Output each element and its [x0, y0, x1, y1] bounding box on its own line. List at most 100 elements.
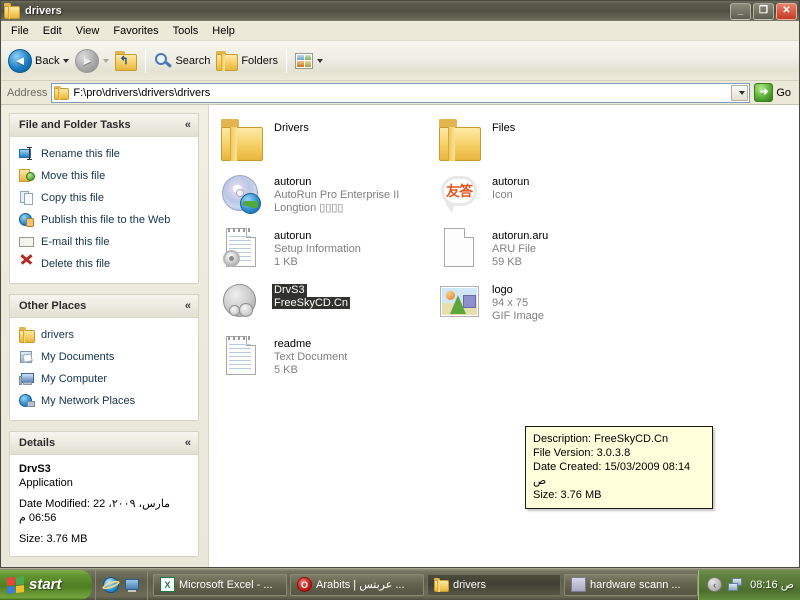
file-item-logo[interactable]: logo 94 x 75 GIF Image	[435, 277, 653, 329]
forward-button[interactable]: ►	[72, 44, 112, 78]
taskbar: start X Microsoft Excel - ... O Arabits …	[0, 568, 800, 600]
back-button[interactable]: ◄ Back	[5, 44, 72, 78]
task-move-this-file[interactable]: Move this file	[17, 165, 192, 187]
details-file-type: Application	[19, 477, 73, 489]
search-button[interactable]: Search	[151, 44, 213, 78]
address-dropdown-button[interactable]	[731, 84, 749, 101]
address-folder-icon	[54, 85, 70, 100]
file-meta-2: 59 KB	[492, 256, 522, 268]
file-item-autorun-inf[interactable]: autorun Setup Information 1 KB	[217, 223, 435, 275]
file-meta-2: Longtion ▯▯▯▯	[274, 202, 344, 214]
panel-body-other-places: drivers My Documents My Computer My Netw…	[10, 318, 198, 420]
application-icon	[221, 281, 263, 323]
menu-item-edit[interactable]: Edit	[36, 23, 69, 39]
opera-icon: O	[297, 577, 313, 592]
task-pane-sidebar: File and Folder Tasks « Rename this file	[1, 105, 209, 567]
panel-other-places: Other Places « drivers My Documents My C…	[9, 294, 199, 421]
toolbar-separator-2	[286, 48, 288, 73]
chevron-up-icon[interactable]: «	[185, 119, 191, 131]
start-button[interactable]: start	[0, 569, 92, 600]
task-rename-this-file[interactable]: Rename this file	[17, 143, 192, 165]
file-text: Files	[490, 119, 517, 135]
place-my-documents[interactable]: My Documents	[17, 346, 192, 368]
panel-header-file-tasks[interactable]: File and Folder Tasks «	[10, 114, 198, 137]
task-button-arabits[interactable]: O Arabits | عربتس ...	[290, 573, 425, 596]
task-delete-this-file[interactable]: Delete this file	[17, 253, 192, 275]
show-desktop-icon[interactable]	[124, 577, 140, 593]
file-name: DrvS3	[272, 284, 307, 297]
file-meta-2: GIF Image	[492, 310, 544, 322]
views-dropdown-icon[interactable]	[317, 58, 324, 63]
views-button[interactable]	[292, 44, 326, 78]
file-item-drvs3[interactable]: DrvS3 FreeSkyCD.Cn	[217, 277, 435, 329]
tooltip-line-date-created: Date Created: 15/03/2009 08:14 ص	[533, 461, 691, 487]
task-button-drivers[interactable]: drivers	[427, 573, 562, 596]
clock[interactable]: 08:16 ص	[750, 578, 794, 591]
place-drivers[interactable]: drivers	[17, 324, 192, 346]
rename-icon	[19, 146, 35, 162]
file-meta-2: 1 KB	[274, 256, 298, 268]
back-dropdown-icon[interactable]	[63, 58, 70, 63]
file-list-pane[interactable]: Drivers Files autorun AutoRun Pro Enterp…	[209, 105, 799, 567]
file-item-autorun-exe[interactable]: autorun AutoRun Pro Enterprise II Longti…	[217, 169, 435, 221]
speech-bubble-icon: 友答	[439, 173, 481, 215]
file-meta-1: 94 x 75	[492, 297, 529, 309]
folders-icon	[216, 50, 239, 71]
close-button[interactable]: ✕	[776, 2, 797, 20]
panel-header-details[interactable]: Details «	[10, 432, 198, 455]
file-text: readme Text Document 5 KB	[272, 335, 349, 377]
file-item-readme[interactable]: readme Text Document 5 KB	[217, 331, 435, 383]
folder-icon	[439, 119, 481, 161]
task-publish-this-file-to-the-web[interactable]: Publish this file to the Web	[17, 209, 192, 231]
task-copy-this-file[interactable]: Copy this file	[17, 187, 192, 209]
tray-expand-chevron-icon[interactable]: ‹	[707, 577, 723, 592]
magnifier-icon	[154, 52, 173, 70]
up-button[interactable]: ↰	[112, 44, 140, 78]
details-file-name: DrvS3	[19, 463, 51, 475]
chevron-up-icon[interactable]: «	[185, 300, 191, 312]
file-meta-2: 5 KB	[274, 364, 298, 376]
up-folder-icon: ↰	[115, 50, 138, 71]
menu-item-file[interactable]: File	[4, 23, 36, 39]
place-my-computer[interactable]: My Computer	[17, 368, 192, 390]
file-item-files-folder[interactable]: Files	[435, 115, 653, 167]
menu-item-tools[interactable]: Tools	[166, 23, 206, 39]
file-name: autorun	[492, 176, 530, 188]
file-name: autorun	[274, 230, 312, 242]
menu-bar: File Edit View Favorites Tools Help	[1, 21, 799, 41]
panel-header-other-places[interactable]: Other Places «	[10, 295, 198, 318]
minimize-button[interactable]: _	[730, 2, 751, 20]
menu-item-favorites[interactable]: Favorites	[106, 23, 165, 39]
address-input[interactable]: F:\pro\drivers\drivers\drivers	[51, 82, 751, 103]
file-text: logo 94 x 75 GIF Image	[490, 281, 546, 323]
maximize-button[interactable]: ❐	[753, 2, 774, 20]
network-icon[interactable]	[728, 577, 744, 593]
address-path-text: F:\pro\drivers\drivers\drivers	[73, 86, 211, 99]
task-button-excel[interactable]: X Microsoft Excel - ...	[153, 573, 288, 596]
toolbar-separator	[145, 48, 147, 73]
menu-item-view[interactable]: View	[69, 23, 107, 39]
file-text: DrvS3 FreeSkyCD.Cn	[272, 281, 350, 310]
task-email-this-file[interactable]: E-mail this file	[17, 231, 192, 253]
place-label: My Network Places	[41, 395, 136, 407]
hardware-scan-icon	[571, 577, 587, 592]
folders-button[interactable]: Folders	[213, 44, 281, 78]
internet-explorer-icon[interactable]	[101, 576, 121, 593]
go-button[interactable]: ➜ Go	[754, 83, 795, 102]
file-item-drivers-folder[interactable]: Drivers	[217, 115, 435, 167]
file-meta-1: ARU File	[492, 243, 537, 255]
file-item-autorun-icon[interactable]: 友答 autorun Icon	[435, 169, 653, 221]
task-button-hardware-scan[interactable]: hardware scann ...	[564, 573, 699, 596]
details-date-modified: Date Modified: 22 مارس، ٢٠٠٩، 06:56 م	[19, 498, 171, 524]
panel-title: File and Folder Tasks	[19, 119, 131, 131]
forward-dropdown-icon[interactable]	[103, 58, 110, 63]
windows-flag-icon	[7, 575, 24, 594]
cd-autorun-icon	[221, 173, 263, 215]
place-my-network-places[interactable]: My Network Places	[17, 390, 192, 412]
panel-body-file-tasks: Rename this file Move this file Copy thi…	[10, 137, 198, 283]
task-label: Rename this file	[41, 148, 120, 160]
menu-item-help[interactable]: Help	[205, 23, 242, 39]
file-item-autorun-aru[interactable]: autorun.aru ARU File 59 KB	[435, 223, 653, 275]
chevron-up-icon[interactable]: «	[185, 437, 191, 449]
quick-launch-bar	[95, 569, 147, 600]
